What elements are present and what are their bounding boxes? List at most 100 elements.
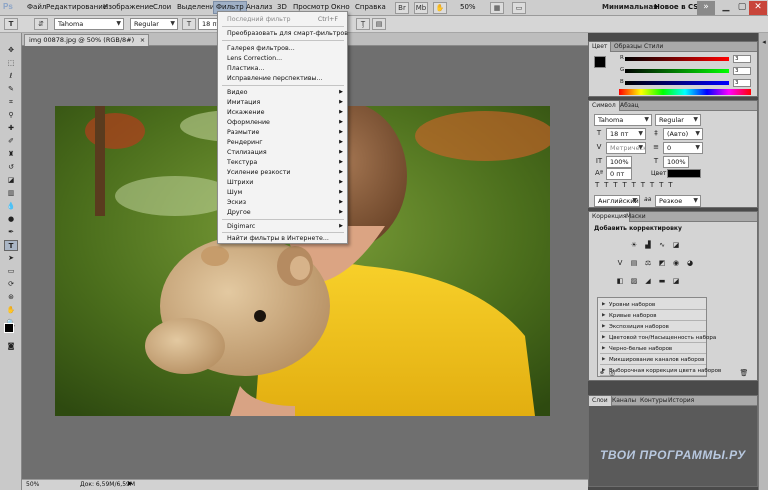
tab-character[interactable]: Символ [589, 101, 620, 111]
zoom-level[interactable]: 50% [460, 3, 476, 11]
vibrance-icon[interactable]: V [615, 258, 625, 268]
char-hscale[interactable]: 100% [663, 156, 689, 168]
selective-color-icon[interactable]: ◪ [671, 276, 681, 286]
char-kerning[interactable]: Метрическ ▼ [606, 142, 646, 154]
menu-image[interactable]: Изображение [103, 3, 153, 11]
crop-tool-icon[interactable]: ⌗ [4, 97, 18, 108]
filter-gallery[interactable]: Галерея фильтров... [219, 44, 346, 54]
quick-mask-icon[interactable]: ◙ [4, 341, 18, 352]
minibridge-icon[interactable]: Mb [414, 2, 428, 14]
char-leading[interactable]: (Авто) ▼ [663, 128, 703, 140]
char-font-family[interactable]: Tahoma ▼ [594, 114, 652, 126]
menu-window[interactable]: Окно [331, 3, 350, 11]
posterize-icon[interactable]: ▨ [629, 276, 639, 286]
filter-browse-online[interactable]: Найти фильтры в Интернете... [219, 234, 346, 244]
preset-hue-sat[interactable]: Цветовой тон/Насыщенность набора [600, 333, 716, 343]
filter-liquify[interactable]: Пластика... [219, 64, 346, 74]
arrange-icon[interactable]: ▦ [490, 2, 504, 14]
delete-icon[interactable]: 🗑 [739, 368, 749, 378]
3d-orbit-tool-icon[interactable]: ⊛ [4, 292, 18, 303]
move-tool-icon[interactable]: ✥ [4, 45, 18, 56]
char-font-style[interactable]: Regular ▼ [655, 114, 701, 126]
3d-rotate-tool-icon[interactable]: ⟳ [4, 279, 18, 290]
blur-tool-icon[interactable]: 💧 [4, 201, 18, 212]
tab-color[interactable]: Цвет [589, 42, 612, 52]
char-baseline[interactable]: 0 пт [606, 168, 632, 180]
gradient-map-icon[interactable]: ▬ [657, 276, 667, 286]
close-icon[interactable]: ✕ [749, 1, 767, 15]
preset-exposure[interactable]: Экспозиция наборов [600, 322, 706, 332]
fg-color-chip[interactable] [594, 56, 606, 68]
color-balance-icon[interactable]: ⚖ [643, 258, 653, 268]
bw-icon[interactable]: ◩ [657, 258, 667, 268]
quick-select-tool-icon[interactable]: ✎ [4, 84, 18, 95]
menu-edit[interactable]: Редактирование [46, 3, 107, 11]
menu-3d[interactable]: 3D [277, 3, 287, 11]
color-ramp[interactable] [619, 89, 751, 95]
char-antialias[interactable]: Резкое ▼ [655, 195, 701, 207]
photo-filter-icon[interactable]: ◉ [671, 258, 681, 268]
eyedropper-tool-icon[interactable]: ⚲ [4, 110, 18, 121]
char-language[interactable]: Английский: С...▼ [594, 195, 640, 207]
preset-levels[interactable]: Уровни наборов [600, 300, 706, 310]
path-select-tool-icon[interactable]: ➤ [4, 253, 18, 264]
link-icon[interactable]: ⚭ [597, 368, 607, 378]
visibility-icon[interactable]: ◎ [607, 368, 617, 378]
char-font-size[interactable]: 18 пт ▼ [606, 128, 646, 140]
exposure-icon[interactable]: ◪ [671, 240, 681, 250]
warp-text-icon[interactable]: Ţ [356, 18, 370, 30]
channel-r-slider[interactable] [625, 57, 729, 61]
document-tab[interactable]: img 00878.jpg @ 50% (RGB/8#) × [24, 34, 150, 46]
workspace-minimal[interactable]: Минимальная [602, 3, 658, 11]
filter-lens-correction[interactable]: Lens Correction... [219, 54, 346, 64]
filter-sketch[interactable]: Эскиз ▶ [219, 198, 346, 208]
filter-video[interactable]: Видео ▶ [219, 88, 346, 98]
expand-panels-icon[interactable]: ◂ [759, 37, 768, 47]
foreground-color-swatch[interactable] [4, 323, 14, 333]
filter-texture[interactable]: Текстура ▶ [219, 158, 346, 168]
filter-artistic[interactable]: Имитация ▶ [219, 98, 346, 108]
filter-blur[interactable]: Размытие ▶ [219, 128, 346, 138]
healing-tool-icon[interactable]: ✚ [4, 123, 18, 134]
status-zoom[interactable]: 50% [26, 481, 39, 488]
hand-icon[interactable]: ✋ [433, 2, 447, 14]
tab-paragraph[interactable]: Абзац [617, 101, 642, 111]
filter-distort[interactable]: Искажение ▶ [219, 108, 346, 118]
channel-r-value[interactable]: 3 [733, 55, 751, 63]
filter-other[interactable]: Другое ▶ [219, 208, 346, 218]
filter-vanishing-point[interactable]: Исправление перспективы... [219, 74, 346, 84]
filter-render[interactable]: Рендеринг ▶ [219, 138, 346, 148]
eraser-tool-icon[interactable]: ◪ [4, 175, 18, 186]
filter-digimarc[interactable]: Digimarc ▶ [219, 222, 346, 232]
hand-tool-icon[interactable]: ✋ [4, 305, 18, 316]
threshold-icon[interactable]: ◢ [643, 276, 653, 286]
bridge-icon[interactable]: Br [395, 2, 409, 14]
marquee-tool-icon[interactable]: ⬚ [4, 58, 18, 69]
lasso-tool-icon[interactable]: ℓ [4, 71, 18, 82]
tab-channels[interactable]: Каналы [609, 396, 639, 406]
channel-b-value[interactable]: 3 [733, 79, 751, 87]
filter-last[interactable]: Последний фильтр Ctrl+F [219, 15, 346, 25]
brightness-icon[interactable]: ☀ [629, 240, 639, 250]
filter-convert-smart[interactable]: Преобразовать для смарт-фильтров [219, 29, 348, 39]
menu-view[interactable]: Просмотр [293, 3, 329, 11]
stamp-tool-icon[interactable]: ♜ [4, 149, 18, 160]
filter-noise[interactable]: Шум ▶ [219, 188, 346, 198]
toggle-panels-icon[interactable]: ▤ [372, 18, 386, 30]
channel-g-value[interactable]: 3 [733, 67, 751, 75]
shape-tool-icon[interactable]: ▭ [4, 266, 18, 277]
pen-tool-icon[interactable]: ✒ [4, 227, 18, 238]
char-style-buttons[interactable]: TTTTTTTTT [595, 181, 745, 191]
filter-pixelate[interactable]: Оформление ▶ [219, 118, 346, 128]
status-menu-arrow-icon[interactable]: ▶ [128, 480, 133, 487]
filter-stylize[interactable]: Стилизация ▶ [219, 148, 346, 158]
levels-icon[interactable]: ▟ [643, 240, 653, 250]
curves-icon[interactable]: ∿ [657, 240, 667, 250]
brush-tool-icon[interactable]: ✐ [4, 136, 18, 147]
menu-file[interactable]: Файл [27, 3, 46, 11]
dodge-tool-icon[interactable]: ● [4, 214, 18, 225]
screen-mode-icon[interactable]: ▭ [512, 2, 526, 14]
history-brush-icon[interactable]: ↺ [4, 162, 18, 173]
type-tool-preset-icon[interactable]: T [4, 18, 18, 30]
channel-mixer-icon[interactable]: ◕ [685, 258, 695, 268]
